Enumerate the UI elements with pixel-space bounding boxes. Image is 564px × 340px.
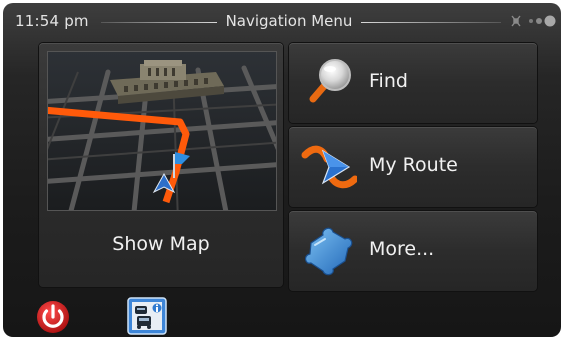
show-map-button[interactable]: Show Map <box>39 43 283 287</box>
show-map-label: Show Map <box>112 233 210 255</box>
power-icon[interactable] <box>33 299 73 335</box>
navigation-screen: 11:54 pm Navigation Menu Show Map Find M… <box>3 3 561 337</box>
clock: 11:54 pm <box>15 12 89 30</box>
header-divider-left <box>101 22 217 23</box>
map-preview <box>47 51 277 211</box>
more-button[interactable]: More... <box>289 211 537 291</box>
puzzle-piece-icon <box>305 227 353 276</box>
find-label: Find <box>369 70 408 92</box>
traffic-info-icon[interactable] <box>127 297 167 335</box>
route-arrow-icon <box>301 145 357 189</box>
header-divider-right <box>361 22 501 23</box>
satellite-signal-icon <box>511 15 556 27</box>
3d-map-image <box>48 52 276 210</box>
status-header: 11:54 pm Navigation Menu <box>3 3 561 37</box>
more-label: More... <box>369 238 435 260</box>
find-button[interactable]: Find <box>289 43 537 123</box>
my-route-label: My Route <box>369 154 458 176</box>
my-route-button[interactable]: My Route <box>289 127 537 207</box>
magnifier-icon <box>309 59 351 103</box>
page-title: Navigation Menu <box>225 12 353 30</box>
